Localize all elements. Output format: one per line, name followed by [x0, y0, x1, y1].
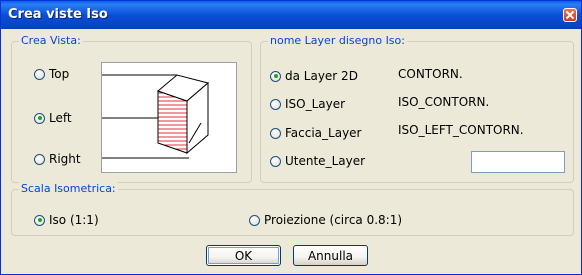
title-bar[interactable]: Crea viste Iso [1, 1, 581, 29]
close-button[interactable] [563, 8, 577, 22]
layer-value-da-layer-2d: CONTORN. [398, 67, 463, 81]
radio-right-label: Right [49, 152, 81, 166]
radio-proiezione[interactable]: Proiezione (circa 0.8:1) [249, 213, 402, 227]
ok-button[interactable]: OK [206, 245, 281, 266]
layer-value-iso-layer: ISO_CONTORN. [398, 95, 490, 109]
radio-iso-layer[interactable]: ISO_Layer [270, 97, 345, 111]
radio-da-layer-2d-indicator[interactable] [270, 70, 281, 82]
radio-faccia-layer[interactable]: Faccia_Layer [270, 126, 362, 140]
radio-iso-1-1-indicator[interactable] [34, 214, 45, 226]
radio-faccia-layer-indicator[interactable] [270, 127, 281, 139]
layer-value-faccia-layer: ISO_LEFT_CONTORN. [398, 123, 524, 137]
radio-top[interactable]: Top [34, 67, 69, 81]
window-title: Crea viste Iso [8, 7, 108, 22]
iso-cube-diagram [101, 62, 237, 173]
radio-left-indicator[interactable] [34, 112, 45, 124]
radio-faccia-layer-label: Faccia_Layer [285, 126, 362, 140]
radio-right[interactable]: Right [34, 152, 81, 166]
radio-proiezione-label: Proiezione (circa 0.8:1) [264, 213, 403, 227]
radio-iso-layer-indicator[interactable] [270, 98, 281, 110]
radio-utente-layer-indicator[interactable] [270, 155, 281, 167]
radio-utente-layer[interactable]: Utente_Layer [270, 154, 365, 168]
utente-layer-input[interactable] [471, 151, 565, 173]
dialog-window: Crea viste Iso Crea Vista: Top Left Righ… [0, 0, 582, 275]
radio-iso-1-1-label: Iso (1:1) [49, 213, 99, 227]
radio-left[interactable]: Left [34, 111, 72, 125]
radio-da-layer-2d-label: da Layer 2D [285, 69, 358, 83]
radio-proiezione-indicator[interactable] [249, 214, 260, 226]
radio-utente-layer-label: Utente_Layer [285, 154, 366, 168]
scala-isometrica-legend: Scala Isometrica: [19, 182, 118, 196]
radio-iso-layer-label: ISO_Layer [285, 97, 346, 111]
radio-top-label: Top [49, 67, 70, 81]
cancel-button[interactable]: Annulla [293, 245, 368, 266]
radio-right-indicator[interactable] [34, 153, 45, 165]
radio-top-indicator[interactable] [34, 68, 45, 80]
radio-left-label: Left [49, 111, 72, 125]
radio-da-layer-2d[interactable]: da Layer 2D [270, 69, 358, 83]
radio-iso-1-1[interactable]: Iso (1:1) [34, 213, 99, 227]
crea-vista-legend: Crea Vista: [19, 34, 83, 48]
cube-icon [102, 74, 210, 159]
nome-layer-legend: nome Layer disegno Iso: [268, 34, 407, 48]
